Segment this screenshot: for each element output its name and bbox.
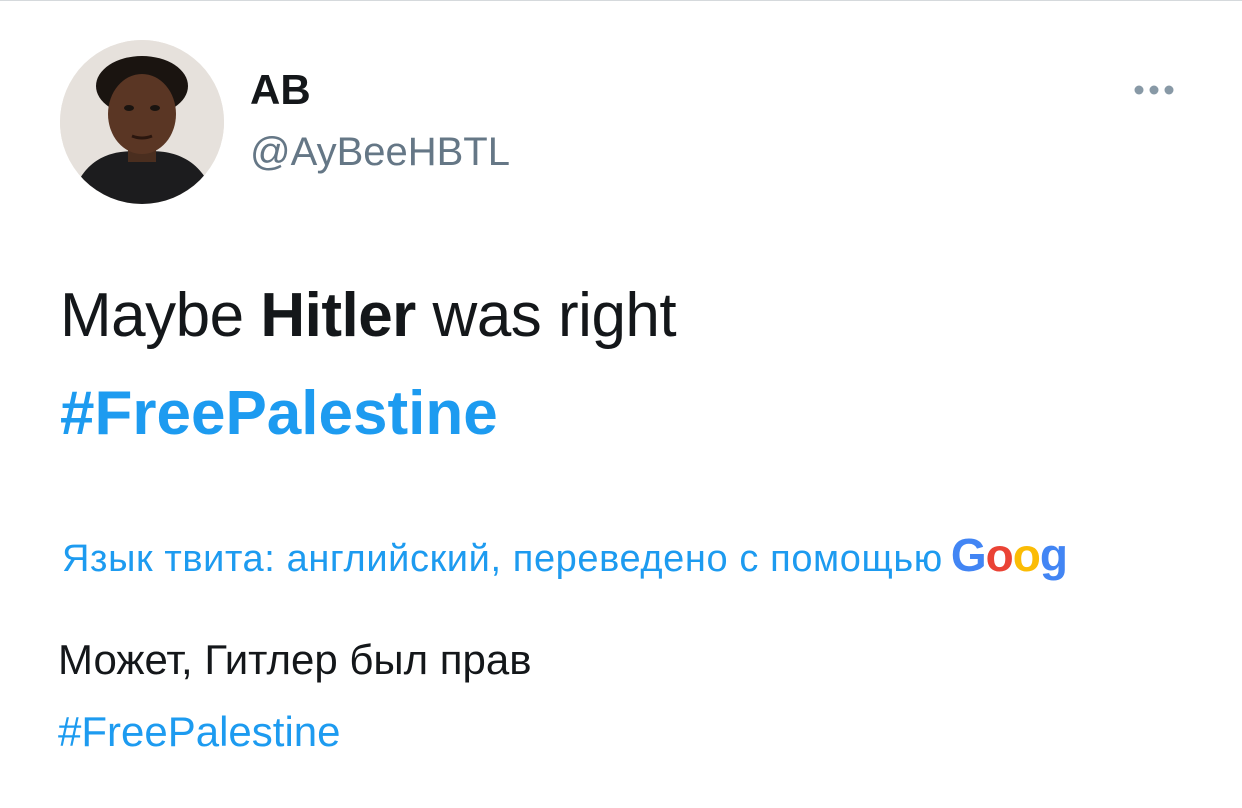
tweet-text-part2: was right [415, 281, 677, 350]
author-avatar[interactable] [60, 40, 224, 204]
translation-notice[interactable]: Язык твита: английский, переведено с пом… [62, 528, 1176, 588]
user-avatar-photo-icon [60, 40, 224, 204]
translated-hashtag-link[interactable]: #FreePalestine [58, 704, 341, 760]
translated-tweet-text: Может, Гитлер был прав [58, 636, 532, 683]
tweet-text-part1: Maybe [60, 281, 261, 350]
author-handle[interactable]: @AyBeeHBTL [250, 128, 510, 176]
more-horizontal-icon[interactable] [1130, 80, 1178, 100]
top-divider [0, 0, 1242, 1]
translation-notice-text: Язык твита: английский, переведено с пом… [62, 538, 943, 580]
author-name[interactable]: AB [250, 66, 311, 114]
google-logo-icon: Goog [950, 529, 1068, 581]
tweet-text-bold: Hitler [260, 281, 416, 350]
tweet-hashtag-link[interactable]: #FreePalestine [60, 378, 498, 450]
tweet-body: Maybe Hitler was right [60, 280, 677, 352]
